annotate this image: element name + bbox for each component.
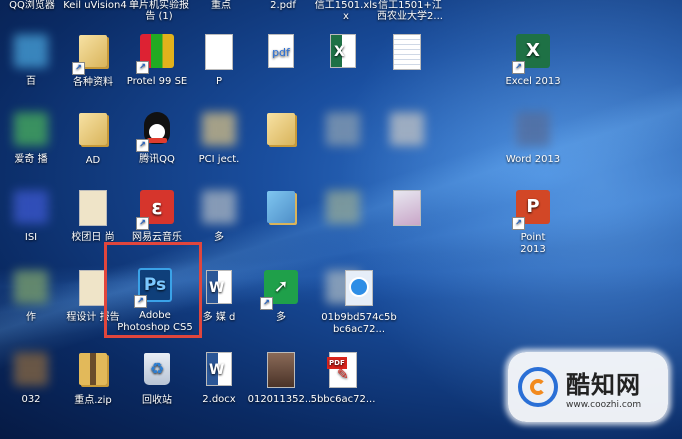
coozhi-logo-icon	[518, 367, 558, 407]
folder-shortcut-icon: ↗	[72, 35, 112, 75]
blurred-app-icon	[12, 190, 50, 228]
protel-icon: ↗	[136, 34, 176, 74]
blurred-file-icon	[200, 190, 238, 228]
desktop-icon-r2c7[interactable]	[366, 110, 448, 154]
desktop-icon-word-2013[interactable]: Word 2013	[492, 110, 574, 166]
netease-music-icon: ε ↗	[136, 190, 176, 230]
top-label-zhongdian[interactable]: 重点	[196, 0, 246, 12]
image-file-icon	[262, 352, 300, 390]
rocket-app-icon: ➚ ↗	[260, 270, 300, 310]
recycle-bin-icon: ♻	[138, 353, 176, 391]
folder-icon	[262, 191, 300, 229]
blurred-file-icon	[324, 190, 362, 228]
desktop-icon-powerpoint-2013[interactable]: P ↗ Point 2013	[492, 188, 574, 256]
pdf-icon: pdf	[262, 34, 300, 72]
image-file-icon	[388, 190, 426, 228]
word-file-icon: W	[200, 270, 238, 308]
blurred-file-icon	[200, 112, 238, 150]
excel-file-icon: X	[324, 34, 362, 72]
blurred-app-icon	[12, 270, 50, 308]
excel-app-icon: X ↗	[512, 34, 552, 74]
watermark-text: 酷知网 www.coozhi.com	[566, 365, 641, 410]
blurred-file-icon	[324, 112, 362, 150]
watermark-url: www.coozhi.com	[566, 399, 642, 410]
top-label-keil[interactable]: Keil uVision4	[62, 0, 128, 12]
notepad-icon	[388, 34, 426, 72]
desktop-icon-excel-2013[interactable]: X ↗ Excel 2013	[492, 32, 574, 88]
top-label-strip: QQ浏览器 Keil uVision4 单片机实验报 告 (1) 重点 2.pd…	[0, 0, 682, 22]
desktop-icon-r3c7[interactable]	[366, 188, 448, 232]
desktop-icon-r4c7[interactable]: 01b9bd574c5bbc6ac72...	[318, 268, 400, 336]
safari-image-icon	[340, 270, 378, 308]
highlight-rectangle	[104, 242, 202, 338]
word-file-icon: W	[200, 352, 238, 390]
qq-penguin-icon: ↗	[136, 112, 176, 152]
document-icon	[200, 34, 238, 72]
top-label-report-line2[interactable]: 告 (1)	[124, 11, 194, 23]
top-label-qq-browser[interactable]: QQ浏览器	[2, 0, 62, 12]
blurred-file-icon	[388, 112, 426, 150]
coozhi-watermark: 酷知网 www.coozhi.com	[508, 352, 668, 422]
desktop-icon-pdf2[interactable]: PDF ✎ 5bbc6ac72...	[302, 350, 384, 406]
word-app-icon	[514, 112, 552, 150]
pdf-file-icon: PDF ✎	[324, 352, 362, 390]
blurred-app-icon	[12, 112, 50, 150]
top-label-jiangxi-line2[interactable]: 西农业大学2...	[370, 11, 450, 23]
folder-icon	[74, 113, 112, 151]
desktop-icon-doc2[interactable]	[366, 32, 448, 76]
folder-shortcut-icon	[262, 113, 300, 151]
zip-archive-icon	[74, 353, 112, 391]
powerpoint-app-icon: P ↗	[512, 190, 552, 230]
blurred-app-icon	[12, 34, 50, 72]
watermark-name: 酷知网	[566, 370, 641, 399]
blurred-app-icon	[12, 352, 50, 390]
top-label-2pdf[interactable]: 2.pdf	[258, 0, 308, 12]
document-icon	[74, 190, 112, 228]
